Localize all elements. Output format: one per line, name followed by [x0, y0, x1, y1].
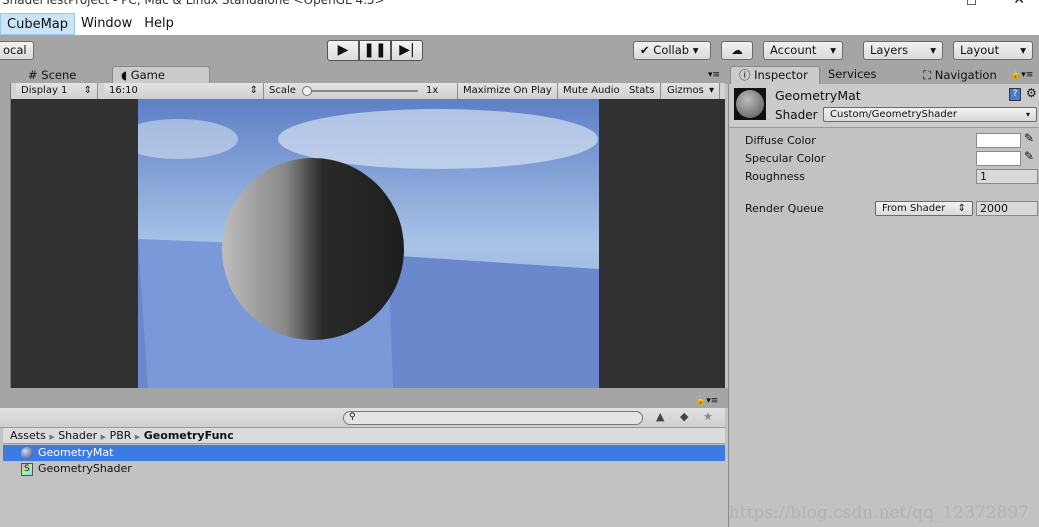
- pivot-local-button[interactable]: ocal: [0, 41, 34, 60]
- breadcrumb-assets[interactable]: Assets: [10, 429, 46, 442]
- close-icon[interactable]: ✕: [1013, 0, 1025, 8]
- render-queue-input[interactable]: 2000: [976, 201, 1038, 216]
- mute-audio-toggle[interactable]: Mute Audio: [558, 83, 626, 99]
- inspector-lock-icon[interactable]: 🔒▾≡: [1010, 70, 1033, 80]
- cloud-icon: ☁: [731, 43, 743, 57]
- diffuse-color-field[interactable]: [976, 133, 1021, 148]
- specular-color-field[interactable]: [976, 151, 1021, 166]
- tab-inspector[interactable]: ⓘ Inspector: [730, 66, 820, 84]
- specular-color-label: Specular Color: [745, 152, 826, 165]
- diffuse-color-label: Diffuse Color: [745, 134, 816, 147]
- grid-icon: #: [28, 68, 38, 82]
- scale-slider[interactable]: Scale 1x: [264, 83, 458, 99]
- account-dropdown[interactable]: Account ▾: [763, 41, 843, 60]
- info-icon: ⓘ: [739, 68, 751, 82]
- watermark: https://blog.csdn.net/qq_12372897: [728, 503, 1029, 523]
- aspect-dropdown[interactable]: 16:10 ⇕: [104, 83, 264, 99]
- layout-dropdown[interactable]: Layout ▾: [953, 41, 1033, 60]
- tab-game[interactable]: ◖ Game: [112, 66, 210, 84]
- render-queue-label: Render Queue: [745, 202, 824, 215]
- project-search-input[interactable]: ⚲: [343, 411, 643, 425]
- slider-handle[interactable]: [302, 86, 312, 96]
- eyedropper-icon[interactable]: ✎: [1024, 131, 1034, 145]
- collab-button[interactable]: ✔ Collab ▾: [633, 41, 711, 60]
- breadcrumb-geometryfunc[interactable]: GeometryFunc: [144, 429, 234, 442]
- label-icon[interactable]: ◆: [680, 410, 688, 423]
- menu-help[interactable]: Help: [138, 13, 180, 35]
- slider-track: [306, 90, 418, 92]
- panel-menu-icon[interactable]: ▾≡: [708, 70, 720, 80]
- pause-button[interactable]: ❚❚: [359, 40, 391, 61]
- shader-label: Shader: [775, 108, 818, 122]
- stats-toggle[interactable]: Stats: [624, 83, 661, 99]
- maximize-icon[interactable]: ☐: [966, 0, 977, 8]
- menu-bar: CubeMap Window Help: [0, 12, 1039, 35]
- maximize-on-play-toggle[interactable]: Maximize On Play: [458, 83, 558, 99]
- menu-cubemap[interactable]: CubeMap: [0, 12, 76, 35]
- filter-type-icon[interactable]: ▲: [656, 410, 664, 423]
- navigation-icon: ⛶: [923, 68, 932, 82]
- play-button[interactable]: ▶: [327, 40, 359, 61]
- breadcrumb-shader[interactable]: Shader: [58, 429, 97, 442]
- step-button[interactable]: ▶|: [391, 40, 423, 61]
- favorite-star-icon[interactable]: ★: [703, 410, 713, 423]
- gizmos-dropdown[interactable]: Gizmos ▾: [662, 83, 720, 99]
- project-lock-icon[interactable]: 🔒▾≡: [695, 396, 718, 406]
- menu-window[interactable]: Window: [75, 13, 138, 35]
- pacman-icon: ◖: [121, 68, 128, 82]
- tab-navigation[interactable]: ⛶ Navigation: [915, 67, 997, 85]
- breadcrumb-pbr[interactable]: PBR: [110, 429, 132, 442]
- main-toolbar: ocal ▶ ❚❚ ▶| ✔ Collab ▾ ☁ Account ▾ Layer…: [0, 35, 1039, 66]
- cloud-button[interactable]: ☁: [721, 41, 753, 60]
- eyedropper-icon[interactable]: ✎: [1024, 149, 1034, 163]
- list-item[interactable]: S GeometryShader: [3, 461, 725, 477]
- help-icon[interactable]: ?: [1009, 88, 1021, 101]
- shader-icon: S: [21, 463, 33, 476]
- layers-dropdown[interactable]: Layers ▾: [863, 41, 943, 60]
- check-icon: ✔: [640, 43, 650, 57]
- shader-dropdown[interactable]: Custom/GeometryShader ▾: [823, 107, 1037, 122]
- render-queue-dropdown[interactable]: From Shader ⇕: [875, 201, 973, 216]
- breadcrumb: Assets ▶ Shader ▶ PBR ▶ GeometryFunc: [3, 428, 725, 444]
- material-preview: [734, 88, 766, 120]
- window-title: ShaderTestProject - PC, Mac & Linux Stan…: [0, 0, 1039, 12]
- search-icon: ⚲: [349, 412, 356, 422]
- tab-services[interactable]: Services: [820, 66, 877, 84]
- material-icon: [21, 447, 33, 459]
- material-name: GeometryMat: [775, 88, 861, 103]
- list-item[interactable]: GeometryMat: [3, 445, 725, 461]
- game-render: [138, 99, 599, 388]
- gear-icon[interactable]: ⚙: [1026, 86, 1037, 100]
- roughness-input[interactable]: 1: [976, 169, 1038, 184]
- roughness-label: Roughness: [745, 170, 806, 183]
- display-dropdown[interactable]: Display 1 ⇕: [16, 83, 98, 99]
- inspector-panel: GeometryMat ? ⚙ Shader Custom/GeometrySh…: [728, 84, 1039, 527]
